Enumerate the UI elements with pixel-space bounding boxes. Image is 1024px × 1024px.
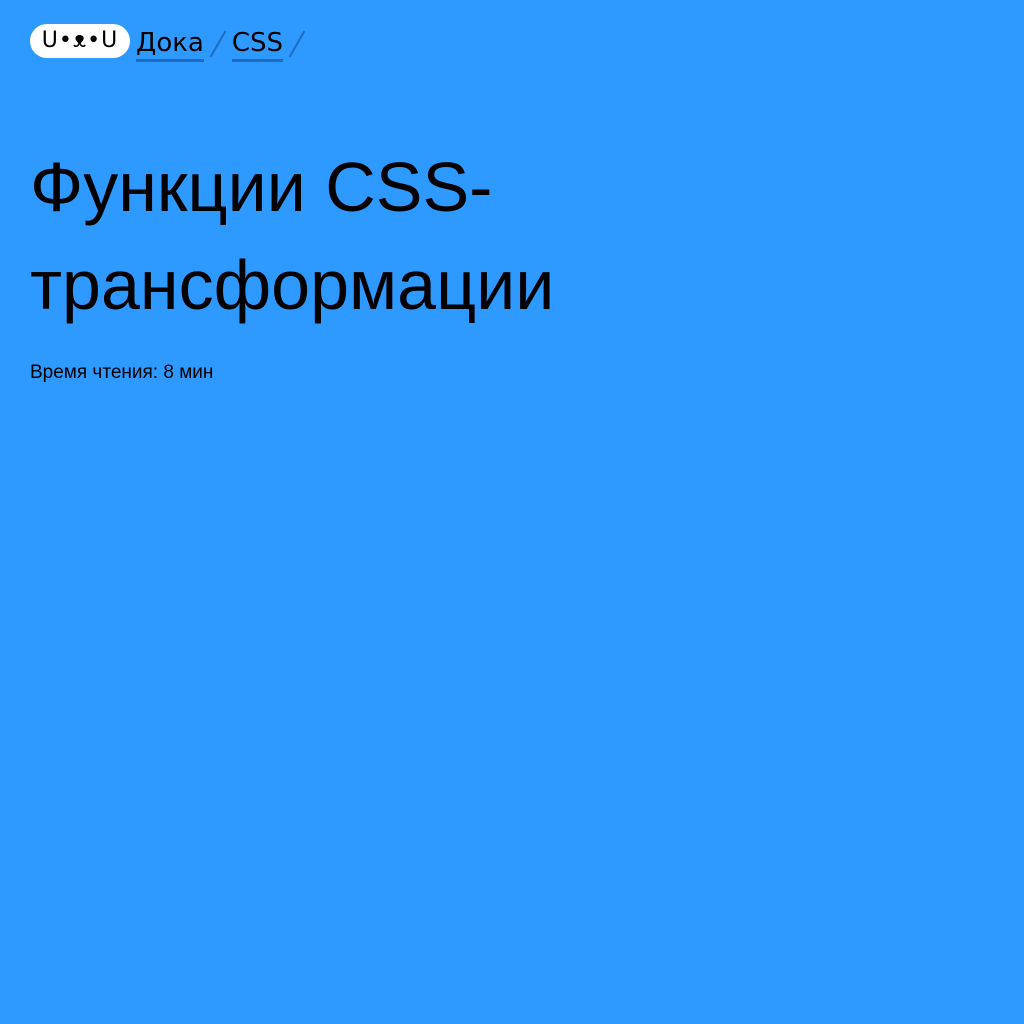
logo-link[interactable]: U•ᴥ•U <box>30 24 130 58</box>
breadcrumb-css[interactable]: CSS <box>231 27 284 62</box>
site-header: U•ᴥ•U Дока CSS <box>30 22 311 62</box>
page-title: Функции CSS-трансформации <box>30 148 555 324</box>
breadcrumb-doka[interactable]: Дока <box>136 27 204 62</box>
breadcrumb-separator <box>283 26 311 58</box>
reading-time: Время чтения: 8 мин <box>30 362 214 383</box>
logo-icon: U•ᴥ•U <box>41 28 119 53</box>
breadcrumb-separator <box>204 26 232 58</box>
